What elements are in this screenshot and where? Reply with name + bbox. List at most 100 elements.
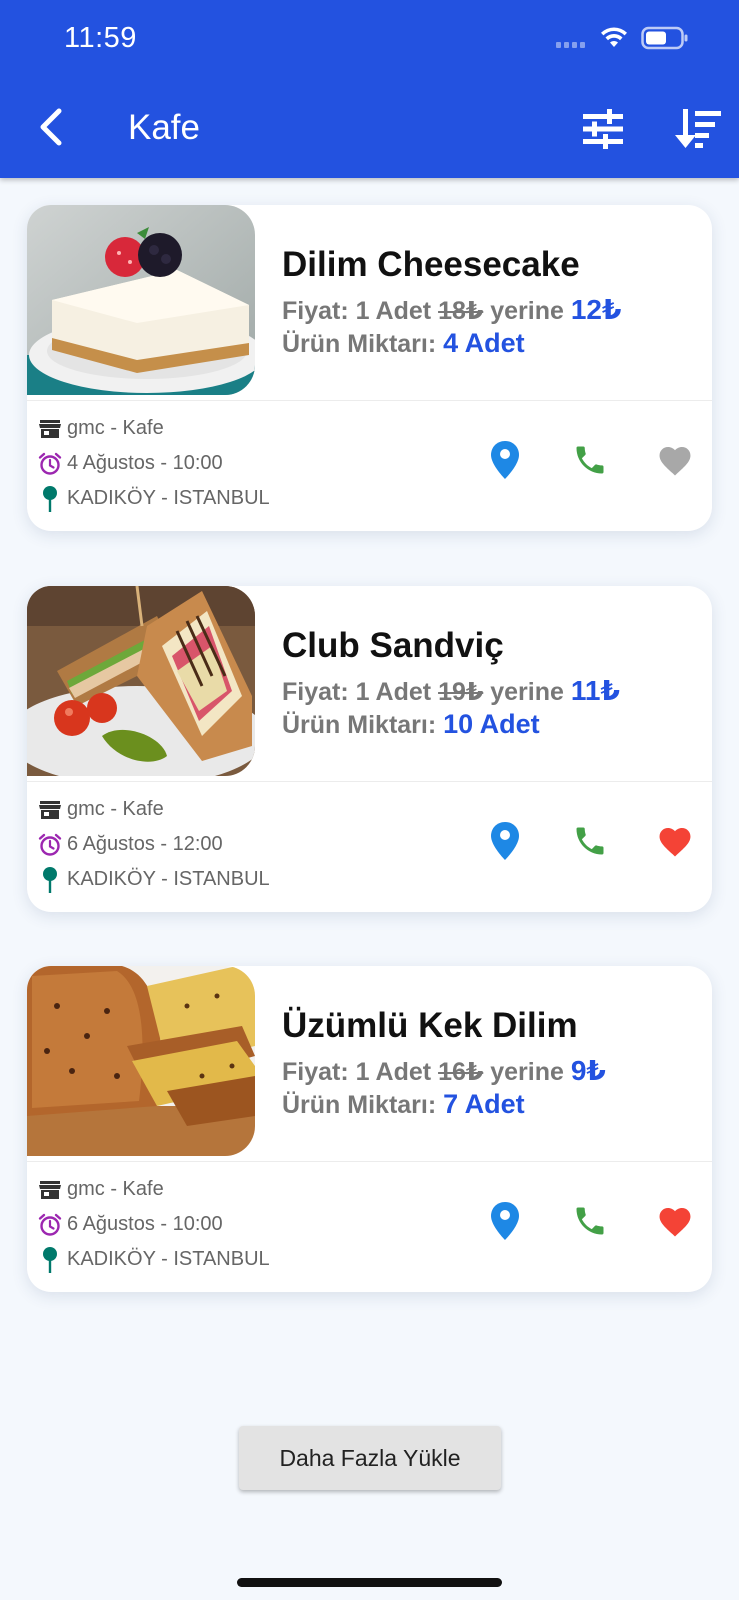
location-row: KADIKÖY - ISTANBUL: [37, 481, 270, 516]
product-image: [27, 205, 255, 395]
map-pin-icon: [37, 485, 63, 513]
location-text: KADIKÖY - ISTANBUL: [67, 487, 270, 509]
price-line: Fiyat: 1 Adet 18₺ yerine 12₺: [282, 293, 621, 326]
price-prefix: Fiyat: 1 Adet: [282, 297, 432, 325]
alarm-clock-icon: [37, 1211, 63, 1239]
phone-icon: [576, 446, 604, 474]
location-text: KADIKÖY - ISTANBUL: [67, 868, 270, 890]
store-row: gmc - Kafe: [37, 411, 270, 446]
product-summary[interactable]: Dilim Cheesecake Fiyat: 1 Adet 18₺ yerin…: [27, 205, 712, 401]
divider: [27, 1161, 712, 1162]
store-name: gmc - Kafe: [67, 798, 164, 820]
phone-icon: [576, 1207, 604, 1235]
store-name: gmc - Kafe: [67, 417, 164, 439]
old-price: 18₺: [438, 297, 484, 325]
price-prefix: Fiyat: 1 Adet: [282, 678, 432, 706]
location-marker-icon: [491, 441, 519, 479]
tune-icon: [583, 109, 623, 149]
battery-icon: [641, 26, 688, 50]
product-card[interactable]: Üzümlü Kek Dilim Fiyat: 1 Adet 16₺ yerin…: [27, 966, 712, 1292]
price-prefix: Fiyat: 1 Adet: [282, 1058, 432, 1086]
store-icon: [37, 1176, 63, 1204]
datetime-row: 4 Ağustos - 10:00: [37, 446, 270, 481]
quantity-label: Ürün Miktarı:: [282, 1091, 437, 1119]
heart-icon: [659, 828, 691, 857]
product-info: gmc - Kafe 6 Ağustos - 10:00 KADIKÖY - I…: [37, 1172, 270, 1277]
location-text: KADIKÖY - ISTANBUL: [67, 1248, 270, 1270]
call-button[interactable]: [567, 818, 613, 864]
datetime-row: 6 Ağustos - 12:00: [37, 827, 270, 862]
location-button[interactable]: [482, 818, 528, 864]
price-mid: yerine: [490, 678, 564, 706]
product-image: [27, 966, 255, 1156]
home-indicator[interactable]: [237, 1578, 502, 1587]
quantity-value: 10 Adet: [443, 709, 540, 739]
filter-button[interactable]: [578, 104, 628, 154]
location-button[interactable]: [482, 1198, 528, 1244]
product-name: Üzümlü Kek Dilim: [282, 1006, 578, 1045]
divider: [27, 400, 712, 401]
product-name: Dilim Cheesecake: [282, 245, 580, 284]
new-price: 9₺: [570, 1055, 606, 1086]
cellular-signal-icon: [556, 28, 585, 48]
sort-icon: [675, 109, 721, 148]
favorite-button[interactable]: [652, 437, 698, 483]
app-bar: 11:59 Kafe: [0, 0, 739, 178]
back-button[interactable]: [30, 102, 70, 152]
store-row: gmc - Kafe: [37, 792, 270, 827]
load-more-button[interactable]: Daha Fazla Yükle: [239, 1426, 501, 1490]
status-icons: [556, 26, 689, 50]
store-icon: [37, 415, 63, 443]
location-marker-icon: [491, 822, 519, 860]
quantity-value: 4 Adet: [443, 328, 525, 358]
product-info: gmc - Kafe 4 Ağustos - 10:00 KADIKÖY - I…: [37, 411, 270, 516]
quantity-line: Ürün Miktarı: 4 Adet: [282, 328, 525, 359]
favorite-button[interactable]: [652, 1198, 698, 1244]
price-line: Fiyat: 1 Adet 16₺ yerine 9₺: [282, 1054, 606, 1087]
sort-button[interactable]: [672, 104, 724, 154]
divider: [27, 781, 712, 782]
store-icon: [37, 796, 63, 824]
pickup-datetime: 6 Ağustos - 10:00: [67, 1213, 223, 1235]
wifi-icon: [601, 27, 627, 47]
datetime-row: 6 Ağustos - 10:00: [37, 1207, 270, 1242]
map-pin-icon: [37, 866, 63, 894]
call-button[interactable]: [567, 1198, 613, 1244]
quantity-value: 7 Adet: [443, 1089, 525, 1119]
quantity-label: Ürün Miktarı:: [282, 711, 437, 739]
location-marker-icon: [491, 1202, 519, 1240]
quantity-line: Ürün Miktarı: 10 Adet: [282, 709, 540, 740]
quantity-line: Ürün Miktarı: 7 Adet: [282, 1089, 525, 1120]
new-price: 12₺: [570, 294, 622, 325]
location-row: KADIKÖY - ISTANBUL: [37, 862, 270, 897]
status-time: 11:59: [64, 22, 137, 54]
price-line: Fiyat: 1 Adet 19₺ yerine 11₺: [282, 674, 620, 707]
phone-icon: [576, 827, 604, 855]
heart-icon: [659, 447, 691, 476]
old-price: 19₺: [438, 678, 484, 706]
map-pin-icon: [37, 1246, 63, 1274]
product-name: Club Sandviç: [282, 626, 504, 665]
product-image: [27, 586, 255, 776]
product-info: gmc - Kafe 6 Ağustos - 12:00 KADIKÖY - I…: [37, 792, 270, 897]
call-button[interactable]: [567, 437, 613, 483]
alarm-clock-icon: [37, 831, 63, 859]
page-title: Kafe: [128, 108, 200, 147]
price-mid: yerine: [490, 1058, 564, 1086]
product-card[interactable]: Club Sandviç Fiyat: 1 Adet 19₺ yerine 11…: [27, 586, 712, 912]
location-row: KADIKÖY - ISTANBUL: [37, 1242, 270, 1277]
store-row: gmc - Kafe: [37, 1172, 270, 1207]
product-card[interactable]: Dilim Cheesecake Fiyat: 1 Adet 18₺ yerin…: [27, 205, 712, 531]
store-name: gmc - Kafe: [67, 1178, 164, 1200]
heart-icon: [659, 1208, 691, 1237]
pickup-datetime: 6 Ağustos - 12:00: [67, 833, 223, 855]
location-button[interactable]: [482, 437, 528, 483]
new-price: 11₺: [570, 675, 620, 706]
chevron-left-icon: [40, 108, 62, 146]
quantity-label: Ürün Miktarı:: [282, 330, 437, 358]
product-summary[interactable]: Üzümlü Kek Dilim Fiyat: 1 Adet 16₺ yerin…: [27, 966, 712, 1162]
pickup-datetime: 4 Ağustos - 10:00: [67, 452, 223, 474]
product-summary[interactable]: Club Sandviç Fiyat: 1 Adet 19₺ yerine 11…: [27, 586, 712, 782]
favorite-button[interactable]: [652, 818, 698, 864]
alarm-clock-icon: [37, 450, 63, 478]
